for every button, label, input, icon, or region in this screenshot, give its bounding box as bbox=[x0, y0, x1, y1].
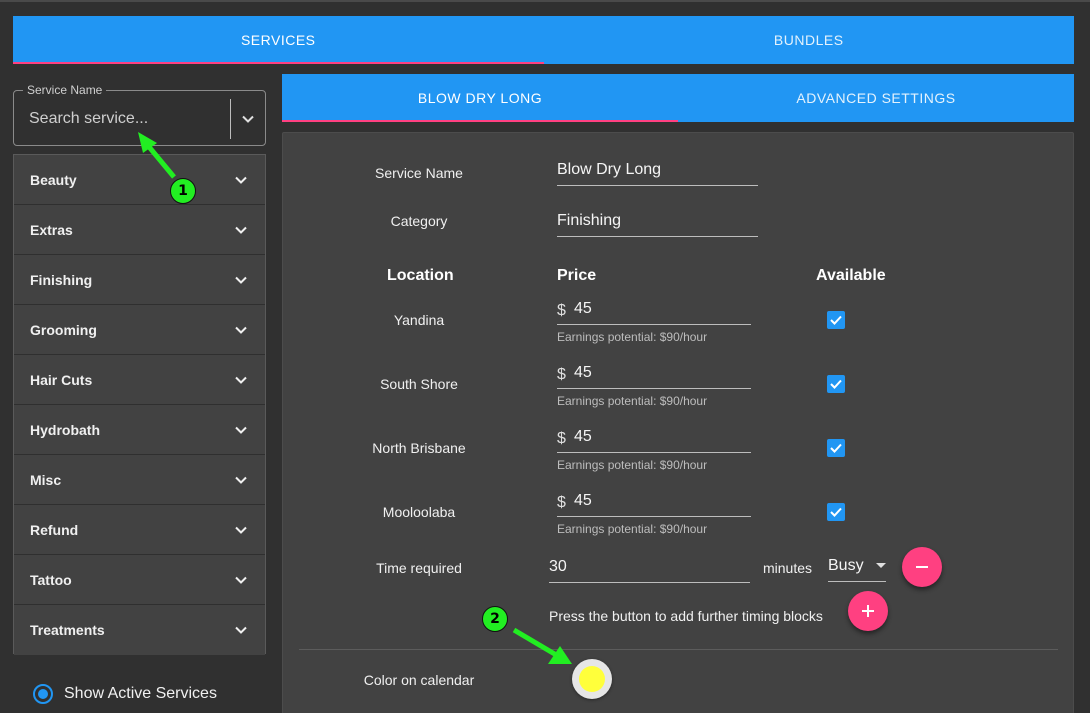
check-icon bbox=[830, 507, 842, 517]
price-input[interactable]: 45 bbox=[557, 364, 751, 389]
available-checkbox[interactable] bbox=[827, 375, 845, 393]
price-input[interactable]: 45 bbox=[557, 428, 751, 453]
category-label: Refund bbox=[30, 521, 79, 538]
main-tabs: SERVICES BUNDLES bbox=[13, 16, 1074, 64]
location-name: North Brisbane bbox=[372, 440, 466, 456]
show-active-label: Show Active Services bbox=[64, 685, 217, 702]
busy-select-value: Busy bbox=[828, 556, 864, 574]
category-label: Treatments bbox=[30, 622, 105, 638]
search-legend: Service Name bbox=[23, 83, 107, 97]
earnings-helper: Earnings potential: $90/hour bbox=[557, 394, 708, 408]
service-tabs: BLOW DRY LONG ADVANCED SETTINGS bbox=[282, 74, 1074, 122]
category-item-hair-cuts[interactable]: Hair Cuts bbox=[14, 355, 265, 405]
category-item-grooming[interactable]: Grooming bbox=[14, 305, 265, 355]
radio-dot bbox=[38, 689, 48, 699]
category-list: Beauty Extras Finishing Grooming Hair Cu… bbox=[13, 154, 266, 655]
annotation-badge-2: 2 bbox=[482, 606, 508, 632]
category-item-finishing[interactable]: Finishing bbox=[14, 255, 265, 305]
chevron-down-icon bbox=[235, 426, 247, 434]
add-timing-block-button[interactable] bbox=[848, 591, 888, 631]
calendar-color-picker[interactable] bbox=[572, 659, 612, 699]
category-label: Beauty bbox=[30, 171, 77, 188]
search-input[interactable] bbox=[29, 109, 219, 129]
color-on-calendar-label: Color on calendar bbox=[363, 672, 475, 688]
window-top-border bbox=[0, 0, 1090, 2]
category-item-hydrobath[interactable]: Hydrobath bbox=[14, 405, 265, 455]
annotation-badge-1: 1 bbox=[170, 178, 196, 204]
available-checkbox[interactable] bbox=[827, 503, 845, 521]
category-label: Finishing bbox=[30, 271, 93, 288]
check-icon bbox=[830, 443, 842, 453]
earnings-helper: Earnings potential: $90/hour bbox=[557, 522, 708, 536]
location-name: Mooloolaba bbox=[382, 504, 456, 520]
category-label: Misc bbox=[30, 471, 62, 488]
location-name: South Shore bbox=[380, 376, 458, 392]
category-label: Hydrobath bbox=[30, 421, 100, 438]
chevron-down-icon bbox=[235, 526, 247, 534]
chevron-down-icon bbox=[235, 576, 247, 584]
category-field-label: Category bbox=[390, 213, 448, 229]
category-label: Grooming bbox=[30, 321, 97, 338]
time-required-input[interactable]: 30 bbox=[549, 558, 750, 583]
chevron-down-icon bbox=[235, 476, 247, 484]
price-input[interactable]: 45 bbox=[557, 300, 751, 325]
chevron-down-icon bbox=[235, 376, 247, 384]
tab-services[interactable]: SERVICES bbox=[13, 16, 544, 64]
minutes-label: minutes bbox=[763, 560, 813, 576]
price-input[interactable]: 45 bbox=[557, 492, 751, 517]
timing-hint: Press the button to add further timing b… bbox=[549, 608, 823, 624]
check-icon bbox=[830, 379, 842, 389]
calendar-color-swatch bbox=[579, 666, 605, 692]
category-field[interactable]: Finishing bbox=[557, 212, 758, 237]
section-divider bbox=[299, 649, 1058, 650]
category-item-treatments[interactable]: Treatments bbox=[14, 605, 265, 655]
category-label: Extras bbox=[30, 221, 73, 238]
plus-icon bbox=[862, 605, 874, 617]
service-name-label: Service Name bbox=[375, 165, 463, 181]
category-item-refund[interactable]: Refund bbox=[14, 505, 265, 555]
remove-timing-block-button[interactable] bbox=[902, 547, 942, 587]
category-item-extras[interactable]: Extras bbox=[14, 205, 265, 255]
earnings-helper: Earnings potential: $90/hour bbox=[557, 330, 708, 344]
caret-down-icon bbox=[876, 562, 886, 568]
chevron-down-icon[interactable] bbox=[240, 111, 256, 127]
location-header: Location bbox=[387, 267, 454, 284]
minus-icon bbox=[916, 566, 928, 568]
chevron-down-icon bbox=[235, 276, 247, 284]
earnings-helper: Earnings potential: $90/hour bbox=[557, 458, 708, 472]
check-icon bbox=[830, 315, 842, 325]
tab-service-details[interactable]: BLOW DRY LONG bbox=[282, 74, 678, 122]
chevron-down-icon bbox=[235, 176, 247, 184]
show-active-services-option[interactable]: Show Active Services bbox=[33, 684, 217, 704]
tab-bundles[interactable]: BUNDLES bbox=[544, 16, 1075, 64]
available-header: Available bbox=[816, 267, 886, 284]
chevron-down-icon bbox=[235, 626, 247, 634]
category-item-tattoo[interactable]: Tattoo bbox=[14, 555, 265, 605]
chevron-down-icon bbox=[235, 226, 247, 234]
service-name-field[interactable]: Blow Dry Long bbox=[557, 161, 758, 186]
category-item-misc[interactable]: Misc bbox=[14, 455, 265, 505]
search-separator bbox=[230, 99, 231, 139]
category-label: Tattoo bbox=[30, 571, 72, 588]
category-label: Hair Cuts bbox=[30, 371, 93, 388]
annotation-arrow-2 bbox=[512, 627, 572, 664]
time-required-label: Time required bbox=[376, 560, 462, 576]
radio-button[interactable] bbox=[33, 684, 53, 704]
available-checkbox[interactable] bbox=[827, 439, 845, 457]
service-detail-panel: Service Name Blow Dry Long Category Fini… bbox=[282, 132, 1074, 713]
busy-select[interactable]: Busy bbox=[828, 554, 886, 582]
tab-advanced-settings[interactable]: ADVANCED SETTINGS bbox=[678, 74, 1074, 122]
location-name: Yandina bbox=[393, 312, 445, 328]
available-checkbox[interactable] bbox=[827, 311, 845, 329]
price-header: Price bbox=[557, 267, 597, 284]
chevron-down-icon bbox=[235, 326, 247, 334]
